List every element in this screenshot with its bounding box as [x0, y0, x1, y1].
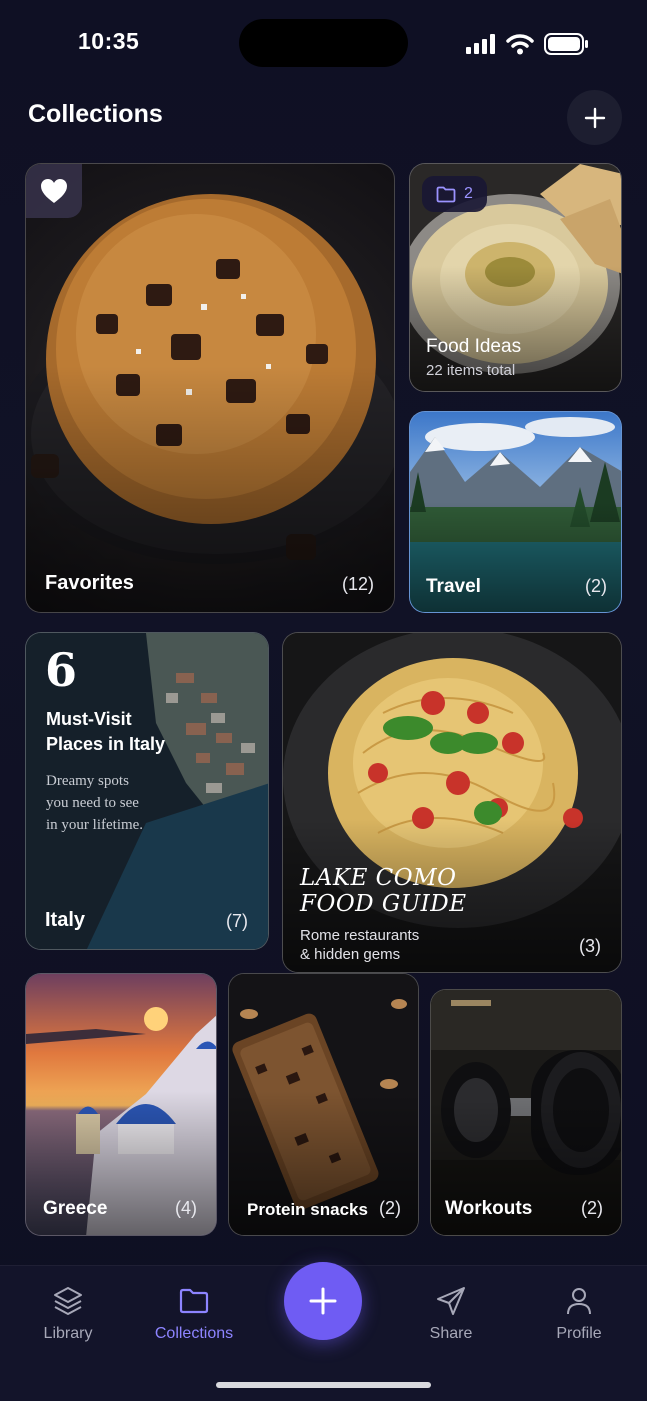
plus-icon [309, 1287, 337, 1315]
person-icon [567, 1288, 591, 1315]
card-count: (7) [226, 911, 248, 931]
card-label: Food Ideas [426, 336, 522, 357]
collection-card-greece[interactable]: Greece (4) [25, 973, 217, 1236]
nav-label: Library [43, 1325, 93, 1342]
desc-line-1: Dreamy spots [46, 773, 129, 789]
card-label: Italy [45, 909, 86, 931]
favorite-heart-badge [26, 164, 82, 218]
layers-icon [54, 1287, 82, 1315]
wifi-icon [506, 33, 534, 54]
card-count: (12) [341, 574, 374, 594]
card-label: Greece [43, 1198, 108, 1219]
nav-label: Collections [154, 1325, 234, 1342]
battery-icon [544, 33, 588, 55]
plus-icon [584, 107, 605, 128]
card-count: (2) [585, 576, 607, 596]
card-count: (2) [379, 1198, 401, 1218]
item-count-badge: 2 [422, 176, 487, 212]
page-title: Collections [28, 100, 163, 128]
folder-icon [436, 186, 456, 202]
status-time: 10:35 [78, 28, 140, 54]
headline-line-1: LAKE COMO [300, 865, 457, 891]
card-subtitle: 22 items total [426, 362, 516, 379]
status-icons [466, 33, 590, 55]
collection-card-travel[interactable]: Travel (2) [409, 411, 622, 613]
nav-label: Share [429, 1325, 473, 1342]
card-count: (2) [581, 1198, 603, 1218]
home-indicator [216, 1382, 431, 1388]
nav-collections[interactable]: Collections [144, 1285, 244, 1343]
collection-card-food-ideas[interactable]: 2 Food Ideas 22 items total [409, 163, 622, 392]
dynamic-island [239, 19, 408, 67]
badge-count: 2 [464, 185, 473, 202]
nav-library[interactable]: Library [18, 1285, 118, 1343]
collection-card-lake-como[interactable]: LAKE COMO FOOD GUIDE Rome restaurants & … [282, 632, 622, 973]
headline-line-2: FOOD GUIDE [300, 891, 467, 917]
nav-profile[interactable]: Profile [529, 1285, 629, 1343]
nav-label: Profile [556, 1325, 602, 1342]
card-label: Travel [426, 576, 481, 597]
collection-card-favorites[interactable]: Favorites (12) [25, 163, 395, 613]
create-button[interactable] [284, 1262, 362, 1340]
desc-line-2: you need to see [46, 795, 139, 811]
subtitle-line-1: Rome restaurants [300, 927, 420, 944]
collection-card-workouts[interactable]: Workouts (2) [430, 989, 622, 1236]
card-label: Workouts [445, 1198, 533, 1219]
signal-icon [466, 34, 495, 54]
card-label: Protein snacks [247, 1200, 368, 1219]
headline-line-1: Must-Visit [46, 709, 132, 729]
folder-icon [179, 1288, 209, 1314]
subtitle-line-2: & hidden gems [300, 946, 401, 963]
desc-line-3: in your lifetime. [46, 817, 144, 833]
collection-card-protein-snacks[interactable]: Protein snacks (2) [228, 973, 419, 1236]
headline-line-2: Places in Italy [46, 734, 166, 754]
big-number: 6 [45, 643, 78, 697]
add-collection-button[interactable] [567, 90, 622, 145]
heart-icon [41, 179, 67, 203]
send-icon [437, 1287, 465, 1315]
card-count: (4) [175, 1198, 197, 1218]
collection-card-italy[interactable]: 6 Must-Visit Places in Italy Dreamy spot… [25, 632, 269, 950]
card-label: Favorites [45, 572, 134, 594]
card-count: (3) [579, 936, 601, 956]
nav-share[interactable]: Share [401, 1285, 501, 1343]
